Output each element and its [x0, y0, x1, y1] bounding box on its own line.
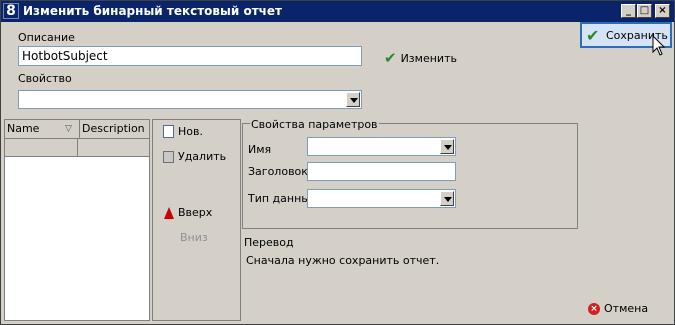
window-title: Изменить бинарный текстовый отчет [23, 4, 282, 18]
table-row[interactable] [5, 139, 149, 157]
parameters-grid[interactable]: Name ▽ Description [4, 119, 150, 321]
dialog-window: 8 Изменить бинарный текстовый отчет _ □ … [0, 0, 675, 325]
checkmark-icon: ✔ [586, 26, 600, 45]
name-select[interactable] [307, 137, 456, 156]
filter-icon[interactable]: ▽ [65, 124, 72, 134]
translation-label: Перевод [244, 236, 294, 249]
minimize-button[interactable]: _ [621, 4, 636, 18]
cancel-icon: × [588, 302, 600, 315]
chevron-down-icon[interactable] [440, 139, 454, 154]
new-button-label: Нов. [178, 125, 203, 138]
delete-button[interactable]: Удалить [163, 150, 226, 163]
app-icon: 8 [3, 3, 19, 19]
column-header-description[interactable]: Description [79, 120, 149, 138]
description-input[interactable]: HotbotSubject [18, 46, 362, 66]
chevron-down-icon[interactable] [440, 191, 454, 206]
property-label: Свойство [18, 72, 72, 85]
new-document-icon [163, 125, 174, 138]
grid-header: Name ▽ Description [5, 120, 149, 139]
move-up-label: Вверх [178, 206, 213, 219]
chevron-down-icon[interactable] [346, 92, 360, 107]
cancel-button[interactable]: × Отмена [588, 302, 648, 315]
description-label: Описание [18, 31, 75, 44]
maximize-button[interactable]: □ [637, 4, 652, 18]
column-divider [77, 139, 78, 156]
mouse-cursor-icon [652, 35, 666, 56]
checkmark-icon: ✔ [384, 49, 397, 67]
new-button[interactable]: Нов. [163, 125, 203, 138]
save-first-message: Сначала нужно сохранить отчет. [246, 254, 440, 267]
delete-button-label: Удалить [178, 150, 227, 163]
move-down-label: Вниз [180, 231, 208, 244]
move-down-button[interactable]: Вниз [180, 231, 208, 244]
edit-button-label: Изменить [400, 51, 457, 65]
move-up-button[interactable]: Вверх [164, 206, 212, 219]
caption-input[interactable] [307, 162, 456, 181]
group-title: Свойства параметров [250, 118, 379, 131]
data-type-select[interactable] [307, 189, 456, 208]
caption-label: Заголовок [248, 165, 308, 178]
title-bar[interactable]: 8 Изменить бинарный текстовый отчет _ □ … [1, 1, 674, 22]
trash-icon [163, 150, 174, 163]
arrow-up-icon [164, 206, 174, 219]
cancel-button-label: Отмена [604, 302, 649, 315]
name-label: Имя [248, 143, 272, 156]
close-button[interactable]: × [655, 4, 670, 18]
property-select[interactable] [18, 90, 362, 109]
edit-button[interactable]: ✔ Изменить [384, 49, 457, 67]
